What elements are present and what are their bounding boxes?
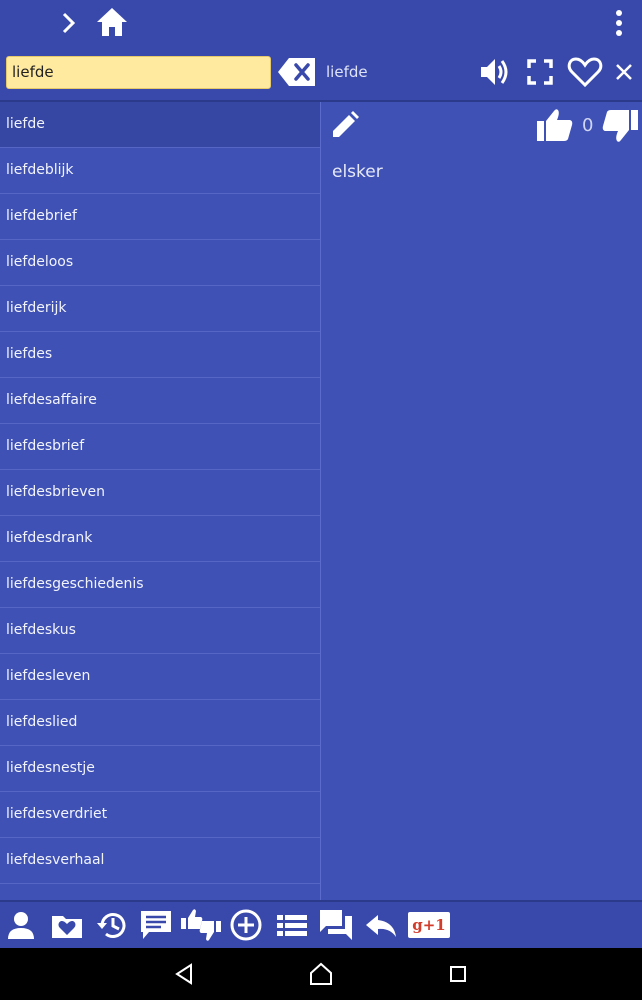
recents-icon[interactable]	[446, 962, 470, 986]
thumbs-up-down-icon[interactable]	[180, 908, 222, 942]
like-count: 0	[582, 115, 594, 136]
list-item[interactable]: liefdebrief	[0, 194, 320, 240]
person-icon[interactable]	[6, 908, 36, 942]
system-nav-bar	[0, 948, 642, 1000]
backspace-clear-icon[interactable]	[277, 57, 317, 87]
chevron-right-icon[interactable]	[57, 10, 81, 36]
edit-icon[interactable]	[330, 110, 360, 140]
heart-icon[interactable]	[567, 55, 603, 89]
list-item[interactable]: liefdeslied	[0, 700, 320, 746]
fullscreen-icon[interactable]	[525, 55, 555, 89]
thumb-up-icon[interactable]	[536, 107, 574, 143]
list-item[interactable]: liefdesverdriet	[0, 792, 320, 838]
google-plus-one-button[interactable]: g+1	[408, 912, 450, 938]
forum-icon[interactable]	[318, 908, 354, 942]
list-item[interactable]: liefdesbrief	[0, 424, 320, 470]
list-item[interactable]: liefdesbrieven	[0, 470, 320, 516]
list-item[interactable]: liefdeloos	[0, 240, 320, 286]
list-item[interactable]: liefdeblijk	[0, 148, 320, 194]
word-list: liefde liefdeblijk liefdebrief liefdeloo…	[0, 102, 321, 900]
history-icon[interactable]	[94, 908, 128, 942]
translation-pane: 0 elsker	[321, 102, 642, 900]
home-nav-icon[interactable]	[309, 962, 333, 986]
list-item[interactable]: liefdesnestje	[0, 746, 320, 792]
list-item[interactable]: liefdesdrank	[0, 516, 320, 562]
list-item[interactable]: liefderijk	[0, 286, 320, 332]
list-item[interactable]: liefdeskus	[0, 608, 320, 654]
list-item[interactable]: liefdesaffaire	[0, 378, 320, 424]
list-item[interactable]: liefde	[0, 102, 320, 148]
translation-text: elsker	[332, 162, 383, 182]
list-item[interactable]: liefdesleven	[0, 654, 320, 700]
search-input[interactable]: liefde	[6, 56, 271, 89]
add-circle-icon[interactable]	[229, 908, 263, 942]
comment-icon[interactable]	[139, 908, 173, 942]
reply-icon[interactable]	[364, 908, 398, 942]
header-word: liefde	[326, 63, 368, 81]
home-icon[interactable]	[95, 6, 129, 38]
list-item[interactable]: liefdesgeschiedenis	[0, 562, 320, 608]
back-icon[interactable]	[172, 962, 196, 986]
thumb-down-icon[interactable]	[601, 108, 639, 144]
list-item[interactable]: liefdesverhaal	[0, 838, 320, 884]
volume-icon[interactable]	[478, 55, 512, 89]
more-vert-icon[interactable]	[608, 8, 630, 38]
list-item[interactable]: liefdes	[0, 332, 320, 378]
folder-heart-icon[interactable]	[50, 908, 84, 942]
list-icon[interactable]	[275, 908, 309, 942]
top-app-bar: liefde liefde	[0, 0, 642, 100]
close-icon[interactable]	[613, 55, 635, 89]
bottom-toolbar: g+1	[0, 902, 642, 948]
